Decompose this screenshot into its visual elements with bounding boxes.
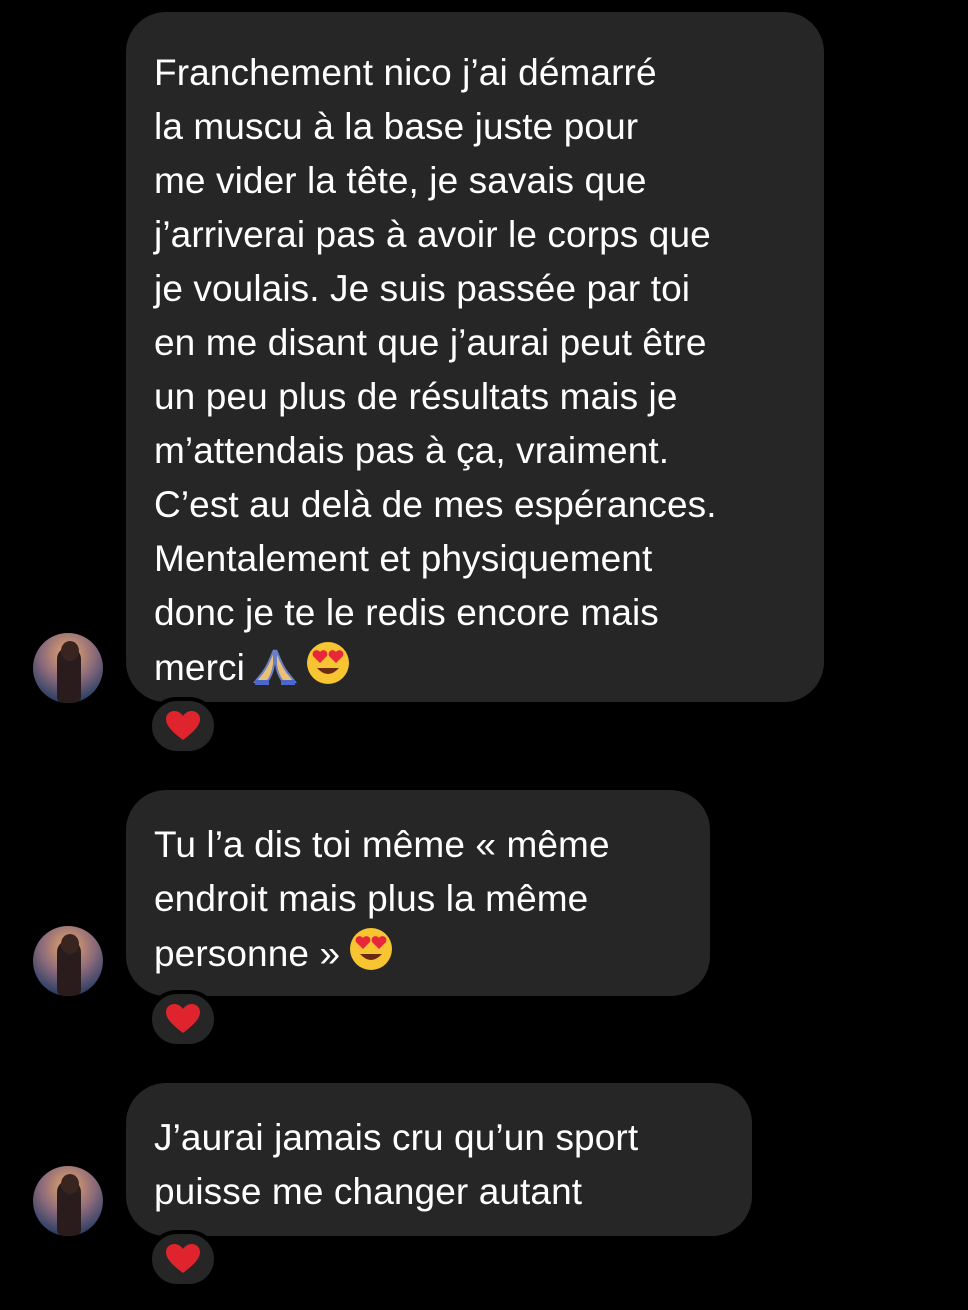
heart-reaction[interactable] xyxy=(148,697,218,755)
folded-hands-icon xyxy=(253,646,297,701)
message-text-line: en me disant que j’aurai peut être xyxy=(154,322,707,363)
message-bubble[interactable]: Tu l’a dis toi même « même endroit mais … xyxy=(126,790,710,996)
message-text-line: endroit mais plus la même xyxy=(154,878,589,919)
message-text-line-last: merci xyxy=(154,640,794,701)
message-text-line: je voulais. Je suis passée par toi xyxy=(154,268,691,309)
heart-eyes-icon xyxy=(348,926,394,987)
message-text-line: m’attendais pas à ça, vraiment. xyxy=(154,430,670,471)
message-bubble[interactable]: Franchement nico j’ai démarré la muscu à… xyxy=(126,12,824,702)
message-text-line: Tu l’a dis toi même « même xyxy=(154,824,610,865)
message-text-line: puisse me changer autant xyxy=(154,1171,583,1212)
message-text-line: j’arriverai pas à avoir le corps que xyxy=(154,214,711,255)
red-heart-icon xyxy=(166,1244,200,1273)
avatar[interactable] xyxy=(33,1166,103,1236)
message-text: personne » xyxy=(154,933,341,974)
avatar[interactable] xyxy=(33,926,103,996)
message-text-line: C’est au delà de mes espérances. xyxy=(154,484,717,525)
message-text: merci xyxy=(154,647,245,688)
message-text-line: un peu plus de résultats mais je xyxy=(154,376,678,417)
message-text-line: J’aurai jamais cru qu’un sport xyxy=(154,1117,639,1158)
heart-reaction[interactable] xyxy=(148,990,218,1048)
heart-reaction[interactable] xyxy=(148,1230,218,1288)
message-text-line: la muscu à la base juste pour xyxy=(154,106,639,147)
message-text-line: donc je te le redis encore mais xyxy=(154,592,659,633)
heart-eyes-icon xyxy=(305,640,351,701)
avatar[interactable] xyxy=(33,633,103,703)
message-text-line: Franchement nico j’ai démarré xyxy=(154,52,657,93)
message-text-line: me vider la tête, je savais que xyxy=(154,160,647,201)
red-heart-icon xyxy=(166,1004,200,1033)
message-text-line: Mentalement et physiquement xyxy=(154,538,653,579)
red-heart-icon xyxy=(166,711,200,740)
message-text-line-last: personne » xyxy=(154,926,680,987)
message-bubble[interactable]: J’aurai jamais cru qu’un sport puisse me… xyxy=(126,1083,752,1236)
